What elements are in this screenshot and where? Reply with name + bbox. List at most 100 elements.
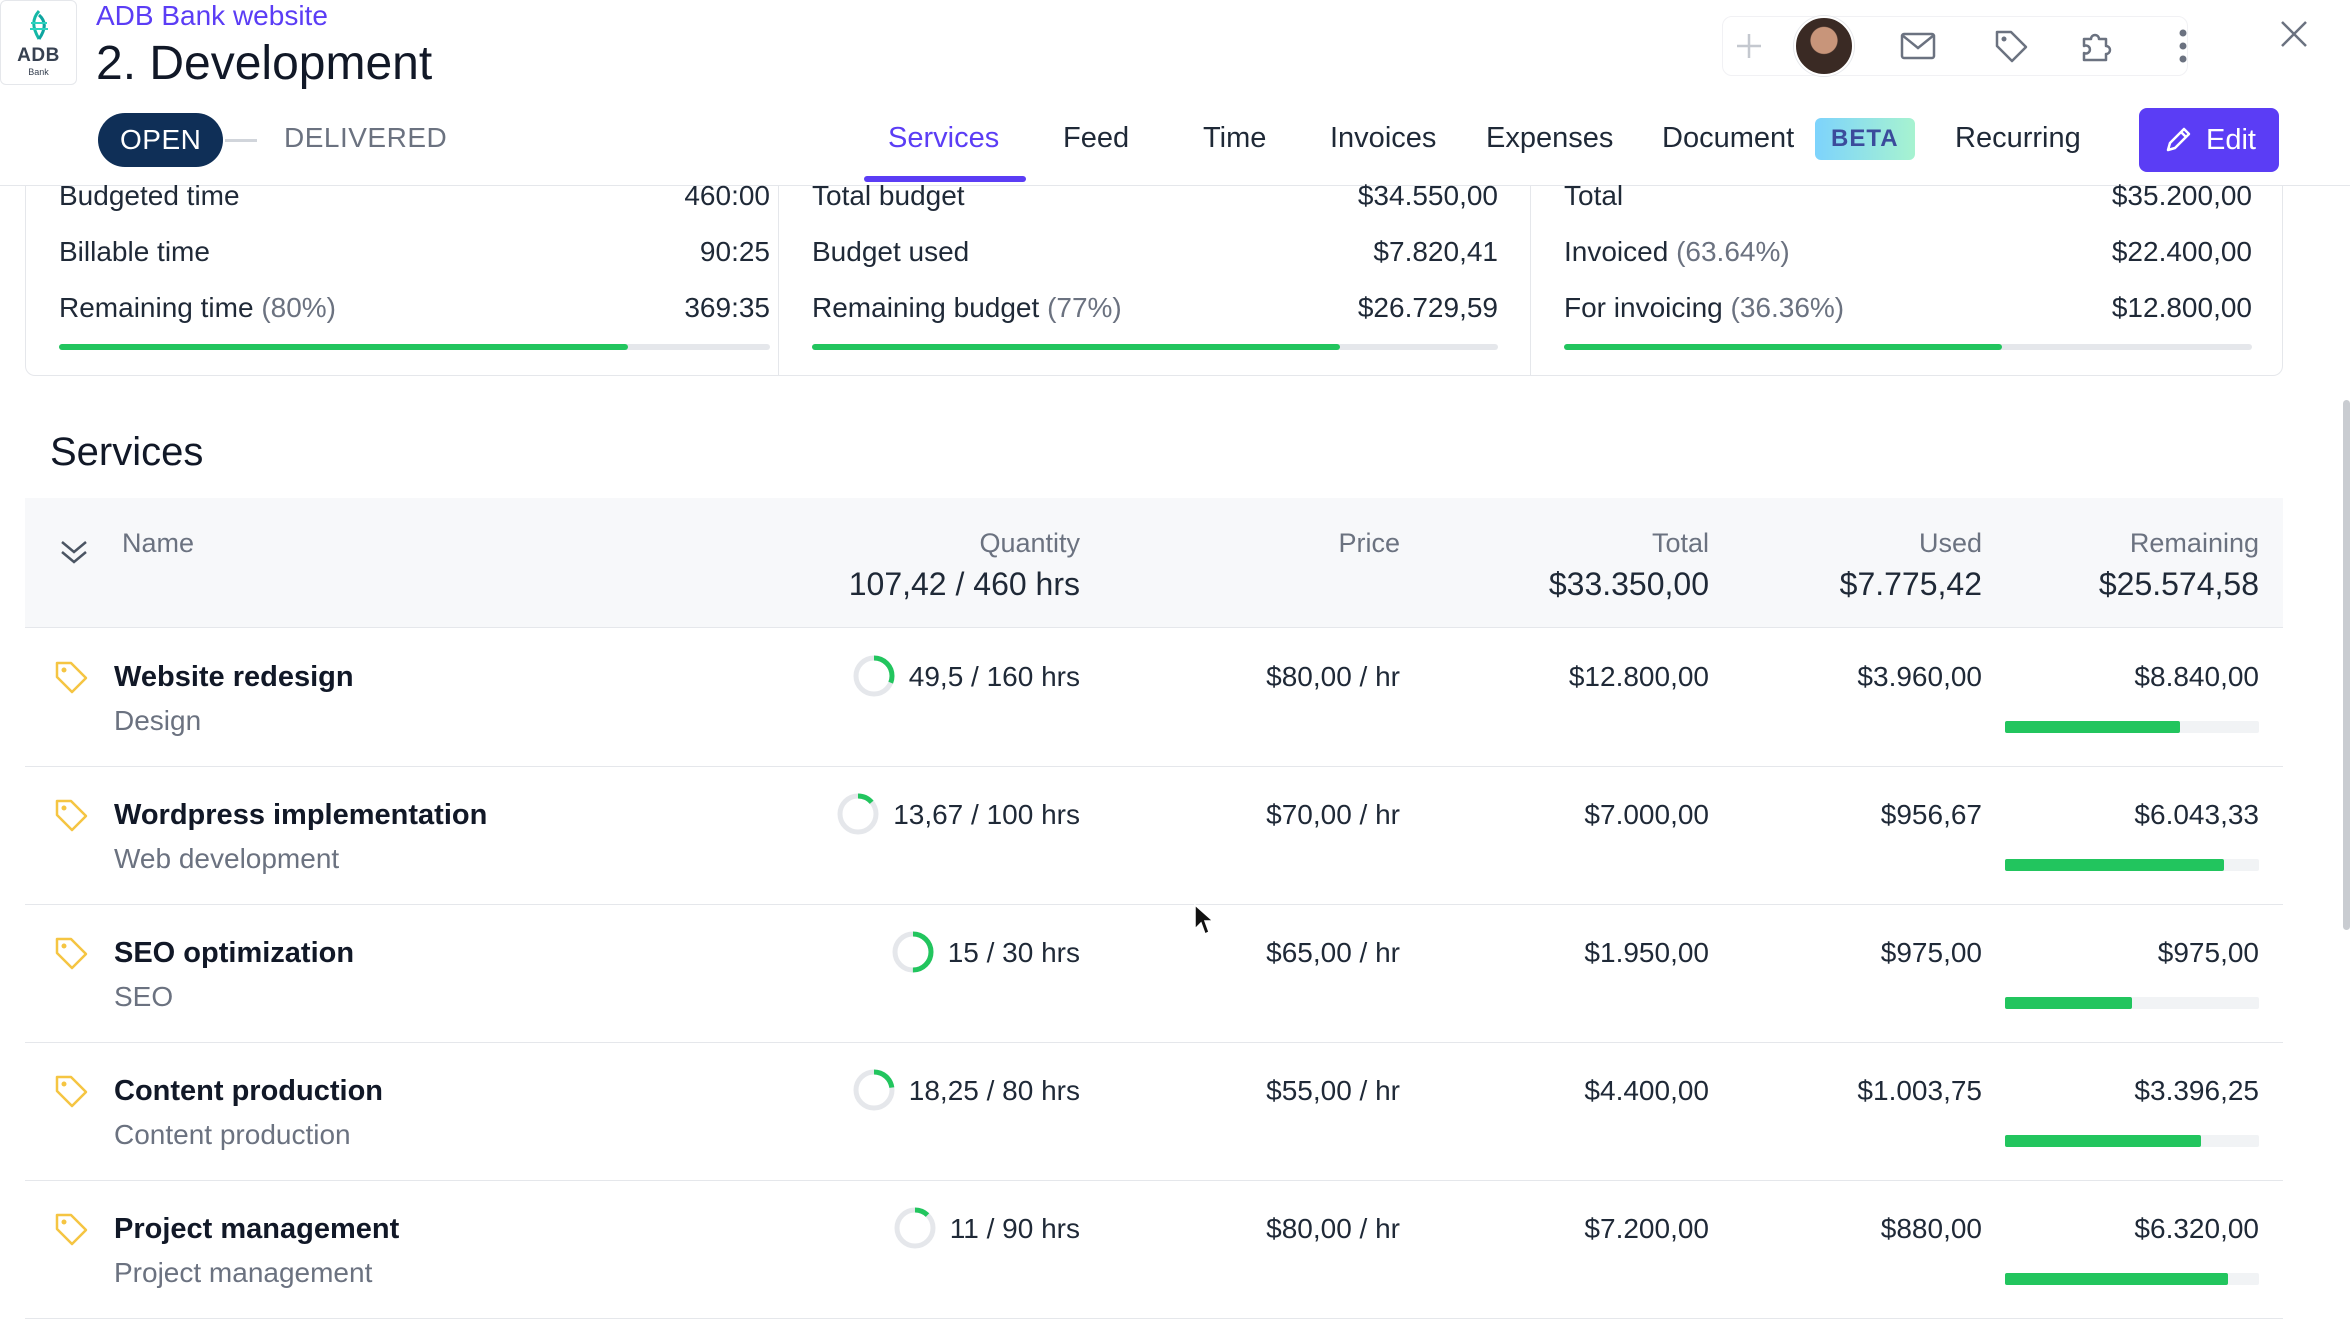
table-row[interactable]: Wordpress implementation Web development 1… bbox=[25, 767, 2283, 905]
service-price: $65,00 / hr bbox=[1266, 937, 1400, 968]
service-remaining: $6.320,00 bbox=[2134, 1213, 2259, 1244]
service-quantity: 11 / 90 hrs bbox=[949, 1213, 1080, 1244]
column-remaining[interactable]: Remaining bbox=[2130, 528, 2259, 559]
column-name[interactable]: Name bbox=[122, 528, 194, 559]
service-category: Web development bbox=[114, 843, 340, 874]
tab-time[interactable]: Time bbox=[1203, 122, 1266, 155]
status-delivered[interactable]: DELIVERED bbox=[284, 122, 447, 154]
remaining-sum: $25.574,58 bbox=[2098, 566, 2259, 602]
progress-ring-icon bbox=[892, 931, 934, 973]
mouse-cursor-icon bbox=[1194, 903, 1215, 936]
summary-label: Remaining budget bbox=[812, 292, 1040, 323]
service-total: $7.200,00 bbox=[1584, 1213, 1709, 1244]
service-price: $55,00 / hr bbox=[1266, 1075, 1400, 1106]
table-row[interactable]: Website redesign Design 49,5 / 160 hrs $80,… bbox=[25, 629, 2283, 767]
service-name[interactable]: Content production bbox=[114, 1075, 383, 1108]
tag-icon bbox=[53, 1211, 89, 1252]
tab-invoices[interactable]: Invoices bbox=[1330, 122, 1436, 155]
table-row[interactable]: SEO optimization SEO 15 / 30 hrs $65,00 / h… bbox=[25, 905, 2283, 1043]
summary-value: $34.550,00 bbox=[1357, 180, 1498, 211]
summary-time: Budgeted time 460:00 Billable time 90:25 R… bbox=[59, 180, 770, 376]
service-total: $12.800,00 bbox=[1568, 661, 1709, 692]
summary-invoice: Total $35.200,00 Invoiced (63.64%) $22.400… bbox=[1530, 180, 2284, 376]
logo-text: ADB bbox=[17, 44, 60, 66]
chevrons-down-icon[interactable] bbox=[58, 536, 90, 568]
remaining-bar-fill bbox=[2005, 859, 2225, 871]
remaining-bar bbox=[2005, 1135, 2259, 1147]
summary-value: 369:35 bbox=[684, 292, 770, 323]
service-price: $80,00 / hr bbox=[1266, 1213, 1400, 1244]
client-link[interactable]: ADB Bank website bbox=[96, 0, 328, 32]
progress-ring-icon bbox=[894, 1207, 936, 1249]
service-used: $3.960,00 bbox=[1857, 661, 1982, 692]
column-used[interactable]: Used bbox=[1919, 528, 1982, 559]
summary-panel: Budgeted time 460:00 Billable time 90:25 R… bbox=[25, 180, 2284, 376]
service-remaining: $8.840,00 bbox=[2134, 661, 2259, 692]
column-total[interactable]: Total bbox=[1652, 528, 1709, 559]
summary-label: Budgeted time bbox=[59, 180, 240, 211]
tab-services[interactable]: Services bbox=[888, 122, 999, 155]
summary-label: Total bbox=[1564, 180, 1624, 211]
summary-label: Remaining time bbox=[59, 292, 254, 323]
tag-icon[interactable] bbox=[1989, 24, 2033, 68]
quantity-total: 107,42 / 460 hrs bbox=[848, 566, 1080, 602]
service-name[interactable]: Project management bbox=[114, 1213, 399, 1246]
avatar[interactable] bbox=[1794, 16, 1854, 76]
summary-budget: Total budget $34.550,00 Budget used $7.820… bbox=[778, 180, 1530, 376]
budget-progress-bar bbox=[812, 344, 1498, 350]
tab-document[interactable]: Document bbox=[1662, 122, 1794, 155]
plus-icon[interactable] bbox=[1727, 24, 1771, 68]
budget-progress-fill bbox=[812, 344, 1341, 350]
table-row[interactable]: Content production Content production 18,2… bbox=[25, 1043, 2283, 1181]
tag-icon bbox=[53, 659, 89, 700]
service-total: $7.000,00 bbox=[1584, 799, 1709, 830]
scrollbar[interactable] bbox=[2343, 400, 2350, 930]
close-icon[interactable] bbox=[2272, 12, 2316, 56]
services-table-header: Name Quantity 107,42 / 460 hrs Price Tot… bbox=[25, 498, 2283, 628]
column-quantity[interactable]: Quantity bbox=[979, 528, 1080, 559]
service-used: $956,67 bbox=[1880, 799, 1982, 830]
more-vertical-icon[interactable] bbox=[2161, 24, 2205, 68]
total-sum: $33.350,00 bbox=[1548, 566, 1709, 602]
column-price[interactable]: Price bbox=[1338, 528, 1400, 559]
service-name[interactable]: Wordpress implementation bbox=[114, 799, 487, 832]
tag-icon bbox=[53, 797, 89, 838]
summary-label: Billable time bbox=[59, 236, 210, 267]
service-remaining: $975,00 bbox=[2157, 937, 2259, 968]
remaining-bar bbox=[2005, 997, 2259, 1009]
service-name[interactable]: SEO optimization bbox=[114, 937, 354, 970]
summary-value: 460:00 bbox=[684, 180, 770, 211]
tab-recurring[interactable]: Recurring bbox=[1955, 122, 2081, 155]
service-price: $70,00 / hr bbox=[1266, 799, 1400, 830]
service-used: $975,00 bbox=[1880, 937, 1982, 968]
summary-percent: (63.64%) bbox=[1676, 236, 1790, 267]
tag-icon bbox=[53, 1073, 89, 1114]
puzzle-icon[interactable] bbox=[2075, 24, 2119, 68]
progress-ring-icon bbox=[853, 655, 895, 697]
tab-feed[interactable]: Feed bbox=[1063, 122, 1129, 155]
remaining-bar-fill bbox=[2005, 1135, 2202, 1147]
remaining-bar-fill bbox=[2005, 1273, 2228, 1285]
edit-button[interactable]: Edit bbox=[2139, 108, 2279, 172]
service-used: $1.003,75 bbox=[1857, 1075, 1982, 1106]
remaining-bar-fill bbox=[2005, 721, 2181, 733]
service-name[interactable]: Website redesign bbox=[114, 661, 354, 694]
service-price: $80,00 / hr bbox=[1266, 661, 1400, 692]
service-category: Design bbox=[114, 705, 202, 736]
status-open-badge[interactable]: OPEN bbox=[98, 113, 224, 167]
pencil-icon bbox=[2166, 127, 2191, 152]
service-quantity: 13,67 / 100 hrs bbox=[893, 799, 1080, 830]
services-heading: Services bbox=[50, 430, 204, 474]
edit-button-label: Edit bbox=[2206, 123, 2256, 156]
service-category: Content production bbox=[114, 1119, 351, 1150]
service-category: SEO bbox=[114, 981, 174, 1012]
summary-value: $12.800,00 bbox=[2111, 292, 2252, 323]
table-row[interactable]: Project management Project management 11 /… bbox=[25, 1181, 2283, 1319]
client-logo[interactable]: ADB Bank bbox=[0, 0, 77, 85]
summary-percent: (36.36%) bbox=[1730, 292, 1845, 323]
used-sum: $7.775,42 bbox=[1839, 566, 1982, 602]
mail-icon[interactable] bbox=[1896, 24, 1940, 68]
remaining-bar-fill bbox=[2005, 997, 2132, 1009]
tab-expenses[interactable]: Expenses bbox=[1486, 122, 1613, 155]
service-quantity: 18,25 / 80 hrs bbox=[908, 1075, 1080, 1106]
